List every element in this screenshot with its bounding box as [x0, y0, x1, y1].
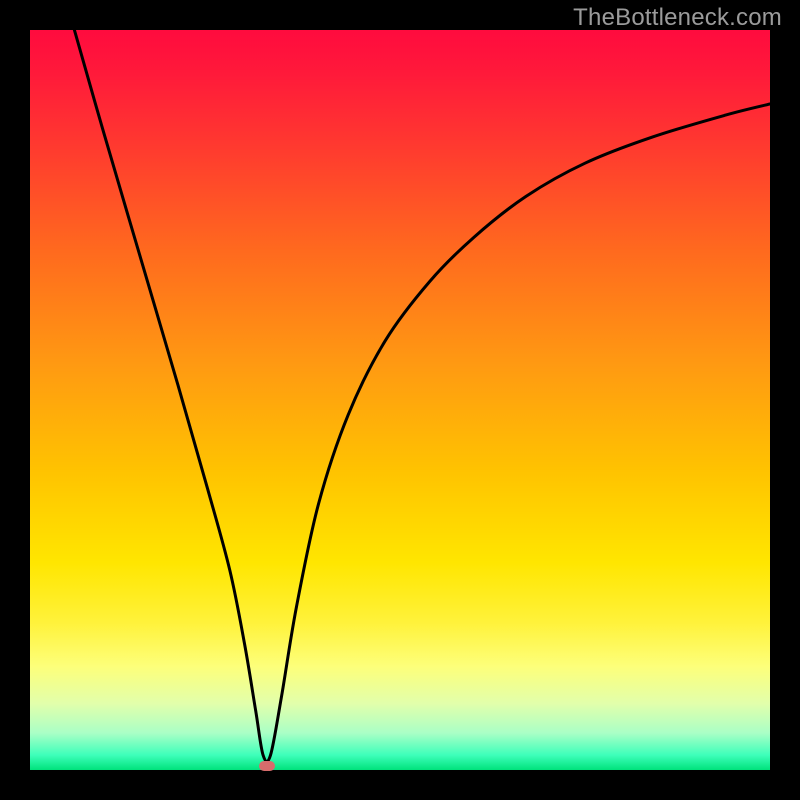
plot-area: [30, 30, 770, 770]
curve-line: [74, 30, 770, 762]
chart-frame: TheBottleneck.com: [0, 0, 800, 800]
curve-svg: [30, 30, 770, 770]
watermark-label: TheBottleneck.com: [573, 4, 782, 32]
minimum-marker: [259, 761, 275, 771]
